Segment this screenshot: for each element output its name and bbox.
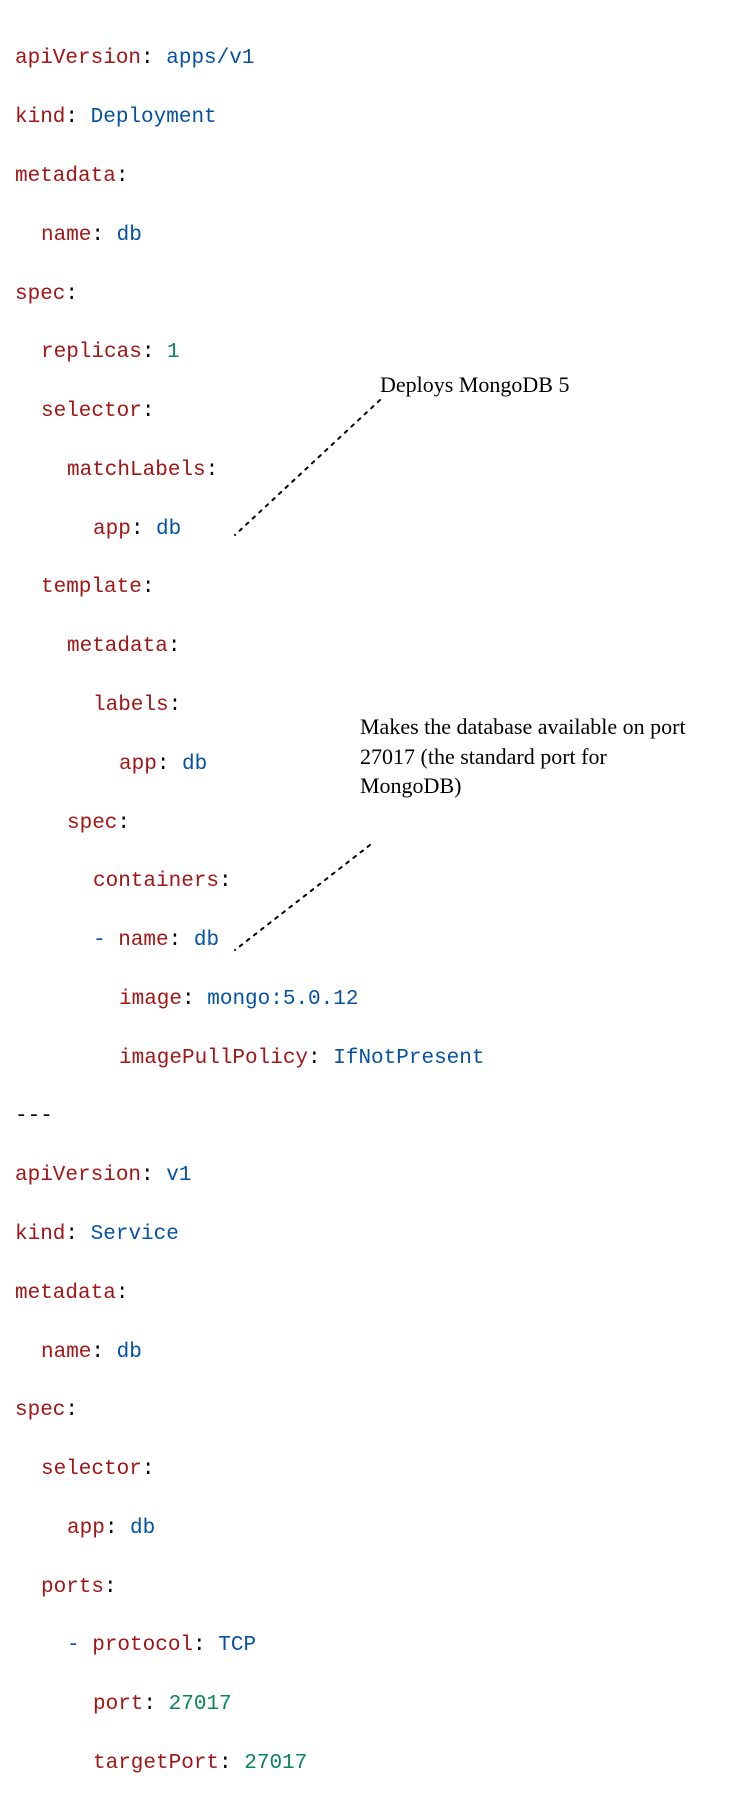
yaml-value: TCP	[218, 1634, 256, 1657]
code-line: app: db	[15, 1514, 715, 1543]
yaml-value: 1	[167, 341, 180, 364]
yaml-key: apiVersion	[15, 1164, 141, 1187]
code-line: metadata:	[15, 162, 715, 191]
yaml-key: protocol	[92, 1634, 193, 1657]
yaml-key: replicas	[41, 341, 142, 364]
code-line: selector:	[15, 397, 715, 426]
yaml-dash: -	[67, 1634, 80, 1657]
yaml-key: metadata	[15, 165, 116, 188]
yaml-value: 27017	[169, 1693, 232, 1716]
yaml-key: spec	[15, 283, 65, 306]
code-line: app: db	[15, 515, 715, 544]
code-line: image: mongo:5.0.12	[15, 985, 715, 1014]
yaml-key: name	[118, 929, 168, 952]
yaml-key: imagePullPolicy	[119, 1047, 308, 1070]
code-line: port: 27017	[15, 1690, 715, 1719]
code-line: metadata:	[15, 1279, 715, 1308]
yaml-value: Deployment	[91, 106, 217, 129]
yaml-key: selector	[41, 1458, 142, 1481]
code-line: kind: Service	[15, 1220, 715, 1249]
yaml-value: apps/v1	[166, 47, 254, 70]
yaml-dash: -	[93, 929, 106, 952]
code-line: apiVersion: apps/v1	[15, 44, 715, 73]
code-line: apiVersion: v1	[15, 1161, 715, 1190]
code-line: spec:	[15, 809, 715, 838]
yaml-document-separator: ---	[15, 1105, 53, 1128]
yaml-key: selector	[41, 400, 142, 423]
yaml-value: db	[130, 1517, 155, 1540]
yaml-value: Service	[91, 1223, 179, 1246]
code-line: - name: db	[15, 926, 715, 955]
code-line: ---	[15, 1102, 715, 1131]
yaml-key: name	[41, 1341, 91, 1364]
yaml-key: kind	[15, 106, 65, 129]
yaml-value: 27017	[244, 1752, 307, 1775]
yaml-value: db	[194, 929, 219, 952]
yaml-key: matchLabels	[67, 459, 206, 482]
yaml-key: app	[93, 518, 131, 541]
yaml-key: app	[119, 753, 157, 776]
yaml-key: containers	[93, 870, 219, 893]
code-line: ports:	[15, 1573, 715, 1602]
yaml-value: db	[182, 753, 207, 776]
yaml-key: metadata	[67, 635, 168, 658]
code-line: targetPort: 27017	[15, 1749, 715, 1778]
code-line: name: db	[15, 221, 715, 250]
yaml-key: name	[41, 224, 91, 247]
yaml-value: db	[117, 224, 142, 247]
yaml-key: port	[93, 1693, 143, 1716]
yaml-value: db	[156, 518, 181, 541]
yaml-key: image	[119, 988, 182, 1011]
yaml-key: spec	[67, 812, 117, 835]
yaml-code-block: apiVersion: apps/v1 kind: Deployment met…	[15, 15, 715, 1808]
code-line: spec:	[15, 280, 715, 309]
yaml-value: mongo:5.0.12	[207, 988, 358, 1011]
code-line: imagePullPolicy: IfNotPresent	[15, 1044, 715, 1073]
yaml-value: v1	[166, 1164, 191, 1187]
yaml-key: labels	[93, 694, 169, 717]
yaml-key: apiVersion	[15, 47, 141, 70]
yaml-key: ports	[41, 1576, 104, 1599]
yaml-key: app	[67, 1517, 105, 1540]
code-line: containers:	[15, 867, 715, 896]
yaml-key: spec	[15, 1399, 65, 1422]
yaml-key: metadata	[15, 1282, 116, 1305]
code-line: metadata:	[15, 632, 715, 661]
code-line: template:	[15, 573, 715, 602]
annotation-port-27017: Makes the database available on port 270…	[360, 712, 700, 801]
code-line: replicas: 1	[15, 338, 715, 367]
yaml-value: IfNotPresent	[333, 1047, 484, 1070]
annotation-deploy-mongodb: Deploys MongoDB 5	[380, 370, 569, 400]
code-line: kind: Deployment	[15, 103, 715, 132]
code-line: spec:	[15, 1396, 715, 1425]
yaml-key: template	[41, 576, 142, 599]
yaml-key: kind	[15, 1223, 65, 1246]
yaml-value: db	[117, 1341, 142, 1364]
code-line: name: db	[15, 1338, 715, 1367]
code-line: selector:	[15, 1455, 715, 1484]
code-line: - protocol: TCP	[15, 1631, 715, 1660]
yaml-key: targetPort	[93, 1752, 219, 1775]
code-line: matchLabels:	[15, 456, 715, 485]
